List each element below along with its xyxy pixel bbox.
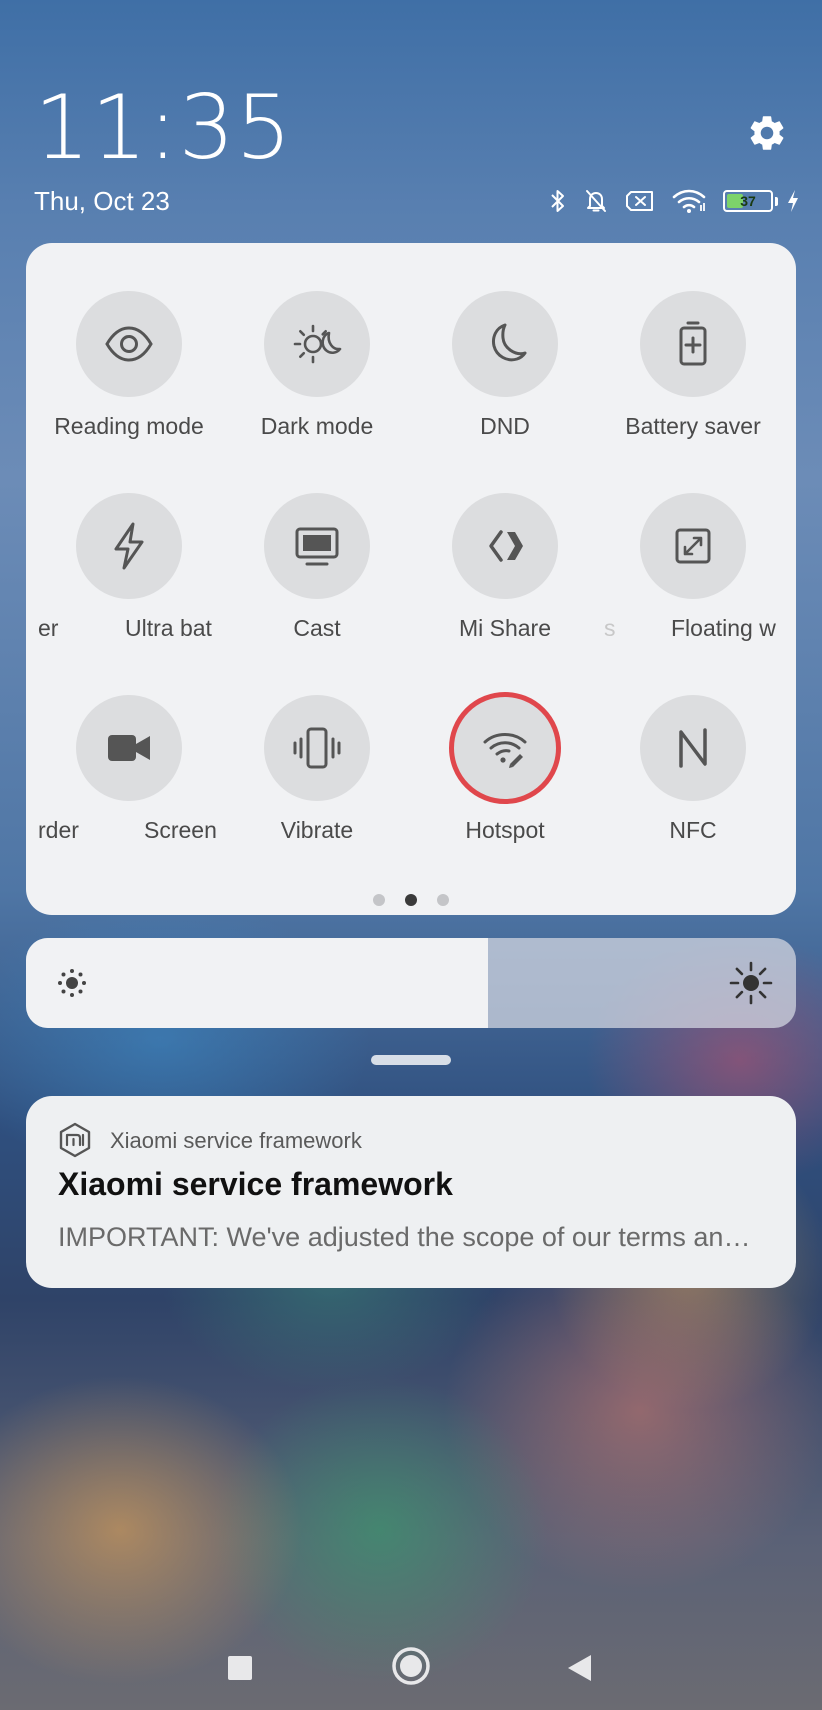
bell-muted-icon: [586, 190, 606, 212]
back-button[interactable]: [556, 1644, 604, 1692]
battery-level: 37: [740, 193, 756, 209]
tile-label: Floating w: [671, 615, 776, 641]
nfc-icon: [679, 728, 707, 768]
page-dot-active[interactable]: [405, 894, 417, 906]
tile-nfc-toggle[interactable]: [640, 695, 746, 801]
page-dot[interactable]: [437, 894, 449, 906]
tile-label: Cast: [293, 615, 341, 641]
charging-icon: [788, 190, 798, 212]
floating-window-icon: [675, 528, 711, 564]
tile-vibrate-toggle[interactable]: [264, 695, 370, 801]
notification-title: Xiaomi service framework: [58, 1166, 453, 1202]
tile-cast-toggle[interactable]: [264, 493, 370, 599]
tile-vibrate[interactable]: Vibrate: [232, 695, 402, 844]
monitor-icon: [295, 527, 339, 566]
battery-icon: 37: [723, 190, 778, 212]
tile-label: Hotspot: [465, 817, 545, 843]
video-camera-icon: [108, 735, 150, 761]
tile-hotspot-toggle[interactable]: [452, 695, 558, 801]
tile-nfc[interactable]: NFC: [608, 695, 778, 844]
recent-apps-button[interactable]: [216, 1644, 264, 1692]
tile-ultra-battery-saver[interactable]: [44, 493, 214, 599]
sim-missing-icon: [626, 191, 653, 211]
recent-apps-icon: [228, 1656, 252, 1680]
tile-battery-saver-toggle[interactable]: [640, 291, 746, 397]
home-icon: [392, 1647, 430, 1685]
tile-label: Dark mode: [260, 413, 374, 439]
tile-label: NFC: [669, 817, 717, 843]
tile-dark-mode[interactable]: Dark mode: [232, 291, 402, 440]
tile-label: Reading mode: [54, 413, 204, 439]
moon-icon: [492, 323, 527, 362]
lightning-icon: [114, 522, 144, 570]
mi-logo-icon: [59, 1122, 91, 1158]
tile-hotspot[interactable]: Hotspot: [420, 692, 590, 844]
brightness-fill: [26, 938, 488, 1028]
battery-plus-icon: [679, 321, 707, 366]
tile-label-fragment: er: [38, 615, 59, 641]
tile-reading-mode-toggle[interactable]: [76, 291, 182, 397]
tile-label: DND: [480, 413, 530, 439]
tile-mi-share-toggle[interactable]: [452, 493, 558, 599]
status-bar-icons: 37: [549, 186, 800, 216]
hotspot-icon: [483, 733, 527, 768]
tile-label: Mi Share: [458, 615, 552, 641]
tile-screen-recorder-toggle[interactable]: [76, 695, 182, 801]
tile-label-fragment: s: [604, 615, 616, 641]
tile-label: Screen: [144, 817, 217, 843]
home-button[interactable]: [387, 1642, 435, 1690]
dark-mode-icon: [293, 324, 342, 364]
tile-label: Battery saver: [625, 413, 761, 439]
tile-cast[interactable]: Cast: [232, 493, 402, 642]
sun-small-icon: [58, 969, 86, 997]
tile-dnd-toggle[interactable]: [452, 291, 558, 397]
tile-label: Ultra bat: [125, 615, 212, 641]
clock[interactable]: 11:35: [34, 76, 293, 179]
tile-dnd[interactable]: DND: [420, 291, 590, 440]
notification-app-name: Xiaomi service framework: [110, 1128, 362, 1153]
bluetooth-icon: [551, 190, 564, 212]
tile-mi-share[interactable]: Mi Share: [420, 493, 590, 642]
quick-settings-panel: Reading mode Dark mode DND Battery saver…: [26, 243, 796, 915]
tile-label: Vibrate: [280, 817, 354, 843]
wifi-icon: [672, 189, 706, 213]
page-dot[interactable]: [373, 894, 385, 906]
tile-label-fragment: rder: [38, 817, 79, 843]
tile-reading-mode[interactable]: Reading mode: [44, 291, 214, 440]
panel-drag-handle[interactable]: [371, 1055, 451, 1065]
vibrate-icon: [293, 727, 341, 769]
date[interactable]: Thu, Oct 23: [34, 186, 170, 217]
brightness-slider[interactable]: [26, 938, 796, 1028]
back-icon: [568, 1655, 591, 1681]
mi-share-icon: [489, 530, 523, 562]
eye-icon: [105, 326, 153, 362]
tile-floating-window[interactable]: [608, 493, 778, 599]
gear-icon: [750, 116, 784, 150]
page-indicator: [26, 894, 796, 906]
notification-card[interactable]: Xiaomi service framework Xiaomi service …: [26, 1096, 796, 1288]
tile-ultra-battery-toggle[interactable]: [76, 493, 182, 599]
tile-dark-mode-toggle[interactable]: [264, 291, 370, 397]
tile-battery-saver[interactable]: Battery saver: [608, 291, 778, 440]
tile-screen-recorder[interactable]: [44, 695, 214, 801]
tile-floating-window-toggle[interactable]: [640, 493, 746, 599]
settings-button[interactable]: [742, 108, 792, 158]
sun-large-icon: [729, 961, 773, 1005]
notification-text: IMPORTANT: We've adjusted the scope of o…: [58, 1222, 764, 1252]
